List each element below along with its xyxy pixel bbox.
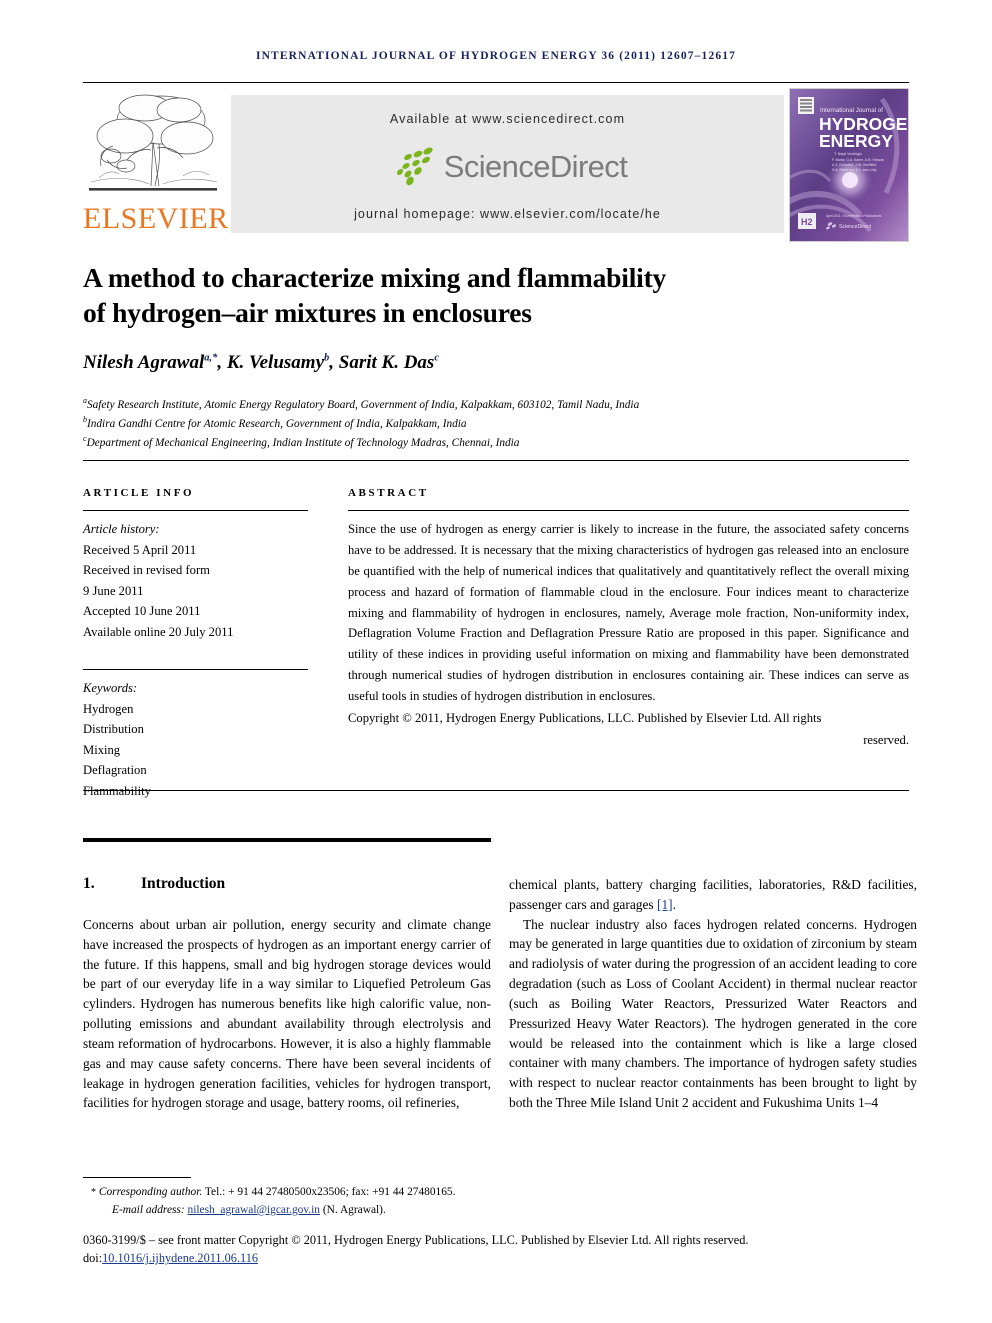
affiliation-list: aSafety Research Institute, Atomic Energ… xyxy=(83,395,883,452)
keyword-item[interactable]: Mixing xyxy=(83,740,308,761)
article-history: Article history: Received 5 April 2011 R… xyxy=(83,519,308,642)
history-item: Accepted 10 June 2011 xyxy=(83,604,201,619)
affiliation-item: cDepartment of Mechanical Engineering, I… xyxy=(83,433,883,452)
elsevier-tree-icon xyxy=(89,94,218,191)
elsevier-logo[interactable]: ELSEVIER xyxy=(83,90,229,240)
history-item: Received 5 April 2011 xyxy=(83,542,197,557)
email-owner: (N. Agrawal). xyxy=(322,1203,386,1216)
email-line: E-mail address: nilesh_agrawal@igcar.gov… xyxy=(83,1202,503,1220)
abstract-heading: ABSTRACT xyxy=(348,487,429,499)
cover-editor: T. Nejat Veziroglu xyxy=(834,152,862,156)
journal-cover-image: International Journal of HYDROGEN ENERGY… xyxy=(789,88,909,242)
imprint-line: 0360-3199/$ – see front matter Copyright… xyxy=(83,1233,749,1247)
body-start-thick-rule xyxy=(83,838,491,842)
corresponding-author-contact: Tel.: + 91 44 27480500x23506; fax: +91 4… xyxy=(202,1186,456,1198)
running-head: International Journal of Hydrogen Energy… xyxy=(255,50,737,62)
doi-link[interactable]: 10.1016/j.ijhydene.2011.06.116 xyxy=(102,1251,258,1265)
affiliation-item: aSafety Research Institute, Atomic Energ… xyxy=(83,395,883,414)
cover-footer-note: April 2011 / Elsevier/Now Publications xyxy=(826,214,882,218)
history-item: Available online 20 July 2011 xyxy=(83,624,234,639)
body-column-right: chemical plants, battery charging facili… xyxy=(509,875,917,1113)
author-mark: a,* xyxy=(204,352,218,364)
author-name[interactable]: Nilesh Agrawal xyxy=(83,352,204,373)
cover-line1: International Journal of xyxy=(820,107,883,114)
info-section-top-rule xyxy=(83,460,909,461)
author-mark: c xyxy=(434,352,439,364)
abstract-copyright-tail: reserved. xyxy=(863,732,909,747)
section-title: Introduction xyxy=(141,875,226,892)
abstract-rule xyxy=(348,510,909,511)
email-link[interactable]: nilesh_agrawal@igcar.gov.in xyxy=(188,1204,320,1216)
abstract-block: ABSTRACT Since the use of hydrogen as en… xyxy=(348,487,909,751)
sciencedirect-leaves-icon xyxy=(396,147,433,186)
affiliation-text: Department of Mechanical Engineering, In… xyxy=(86,436,520,449)
corresponding-author-label: Corresponding author. xyxy=(98,1186,203,1198)
cover-assoc2: A.Z. Gonzalez, J.W. Sheffield, xyxy=(832,163,877,167)
keyword-item[interactable]: Deflagration xyxy=(83,760,308,781)
cover-assoc3: S.A. Sherif and D.L. and Jolly xyxy=(832,168,877,172)
corresponding-marker: * xyxy=(91,1187,96,1198)
doi-line: doi:10.1016/j.ijhydene.2011.06.116 xyxy=(83,1249,911,1267)
affiliation-text: Safety Research Institute, Atomic Energy… xyxy=(87,398,640,411)
abstract-copyright: Copyright © 2011, Hydrogen Energy Public… xyxy=(348,711,822,726)
page-title: A method to characterize mixing and flam… xyxy=(83,260,783,330)
body-paragraph: Concerns about urban air pollution, ener… xyxy=(83,917,491,1111)
sciencedirect-wordmark: ScienceDirect xyxy=(443,149,628,184)
body-paragraph: chemical plants, battery charging facili… xyxy=(509,875,917,915)
email-label: E-mail address: xyxy=(112,1203,185,1216)
doi-prefix: doi: xyxy=(83,1251,103,1266)
imprint-block: 0360-3199/$ – see front matter Copyright… xyxy=(83,1231,911,1268)
abstract-text: Since the use of hydrogen as energy carr… xyxy=(348,522,909,704)
section-heading: 1. Introduction xyxy=(83,875,491,893)
article-info-rule xyxy=(83,510,308,511)
keyword-item[interactable]: Distribution xyxy=(83,719,308,740)
affiliation-item: bIndira Gandhi Centre for Atomic Researc… xyxy=(83,414,883,433)
cover-line3: ENERGY xyxy=(819,131,893,151)
author-name[interactable]: K. Velusamy xyxy=(227,352,324,373)
article-info-heading: ARTICLE INFO xyxy=(83,487,195,499)
author-list: Nilesh Agrawala,*, K. Velusamyb, Sarit K… xyxy=(83,352,439,373)
keyword-item[interactable]: Hydrogen xyxy=(83,699,308,720)
paragraph-text-a: chemical plants, battery charging facili… xyxy=(509,877,917,912)
footnote-rule xyxy=(83,1177,191,1178)
history-item: Received in revised form xyxy=(83,563,210,578)
author-mark: b xyxy=(324,352,330,364)
cover-iahe-logo: H2 xyxy=(801,217,813,227)
citation-ref-1[interactable]: [1] xyxy=(657,897,673,912)
paragraph-text-b: . xyxy=(672,896,676,912)
body-column-left: 1. Introduction Concerns about urban air… xyxy=(83,875,491,1113)
header-rule xyxy=(83,82,909,83)
paper-page: International Journal of Hydrogen Energy… xyxy=(0,0,992,1323)
affiliation-text: Indira Gandhi Centre for Atomic Research… xyxy=(87,417,467,430)
keywords-block: Keywords: Hydrogen Distribution Mixing D… xyxy=(83,678,308,801)
section-number: 1. xyxy=(83,875,95,892)
cover-sciencedirect: ScienceDirect xyxy=(839,224,872,230)
history-item: 9 June 2011 xyxy=(83,583,144,598)
body-paragraph: The nuclear industry also faces hydrogen… xyxy=(509,916,917,1111)
keywords-label: Keywords: xyxy=(83,681,138,696)
article-info-block: ARTICLE INFO Article history: Received 5… xyxy=(83,487,308,801)
journal-cover-art: International Journal of HYDROGEN ENERGY… xyxy=(790,89,908,241)
keyword-item[interactable]: Flammability xyxy=(83,781,308,802)
article-history-label: Article history: xyxy=(83,522,160,536)
title-line-1: A method to characterize mixing and flam… xyxy=(83,262,667,293)
footnote-block: * Corresponding author. Tel.: + 91 44 27… xyxy=(83,1184,503,1219)
keywords-rule xyxy=(83,669,308,671)
sciencedirect-logo[interactable]: ScienceDirect xyxy=(231,144,784,190)
masthead: ELSEVIER Available at www.sciencedirect.… xyxy=(83,88,909,242)
elsevier-wordmark: ELSEVIER xyxy=(83,202,229,235)
author-name[interactable]: Sarit K. Das xyxy=(339,352,435,373)
title-line-2: of hydrogen–air mixtures in enclosures xyxy=(83,297,532,329)
cover-assoc1: F. Barbir, G.A. Karim, A.M. Hessas xyxy=(832,158,884,162)
journal-homepage-text[interactable]: journal homepage: www.elsevier.com/locat… xyxy=(231,207,784,221)
available-at-text: Available at www.sciencedirect.com xyxy=(389,112,626,126)
corresponding-author-line: * Corresponding author. Tel.: + 91 44 27… xyxy=(83,1184,503,1202)
sciencedirect-banner: Available at www.sciencedirect.com Scien… xyxy=(231,95,784,233)
